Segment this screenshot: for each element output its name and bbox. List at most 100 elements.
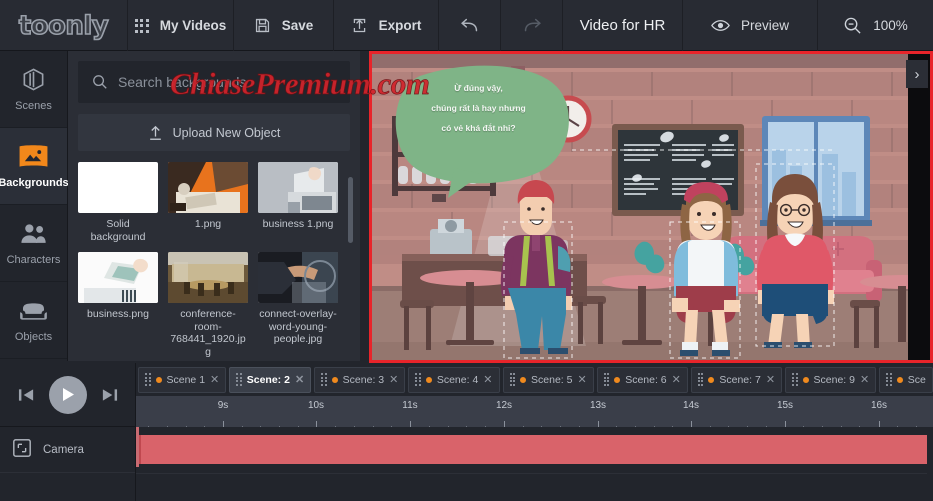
eye-icon <box>711 18 730 33</box>
camera-clip[interactable] <box>139 435 933 464</box>
scene-tab-label: Sce <box>907 373 926 386</box>
scenes-icon <box>21 67 46 93</box>
thumb-label: Solid background <box>90 218 146 243</box>
export-upload-icon <box>351 17 368 34</box>
scene-tab[interactable]: Scene: 2 ✕ <box>229 366 312 393</box>
track-headers: Camera <box>0 427 136 501</box>
redo-arrow-icon <box>520 16 544 36</box>
thumb-image-laptop-gray <box>258 162 338 213</box>
scene-tab[interactable]: Scene: 6 ✕ <box>596 366 688 393</box>
asset-panel-scrollbar[interactable] <box>348 177 353 243</box>
characters-icon <box>20 221 48 247</box>
backgrounds-icon <box>18 144 49 170</box>
thumb-item[interactable]: Solid background <box>78 162 158 243</box>
scene-status-dot <box>331 376 338 383</box>
next-scene-button[interactable]: › <box>906 60 928 88</box>
ruler-label: 15s <box>776 400 794 411</box>
speech-line-1: Ừ đúng vậy, <box>454 83 503 93</box>
background-thumb-grid: Solid background 1.png business 1.png bu… <box>78 162 350 358</box>
play-button[interactable] <box>48 375 87 414</box>
project-title[interactable]: Video for HR <box>563 0 683 51</box>
sidebar-label-scenes: Scenes <box>15 99 52 112</box>
scene-tab-label: Scene 1 <box>166 373 206 386</box>
thumb-item[interactable]: business.png <box>78 252 158 358</box>
thumb-item[interactable]: business 1.png <box>258 162 338 243</box>
thumb-image-tablet-white <box>78 252 158 303</box>
scene-tab[interactable]: Scene 1 ✕ <box>138 366 227 393</box>
scene-close-icon[interactable]: ✕ <box>577 373 586 386</box>
track-header-camera[interactable]: Camera <box>0 427 135 473</box>
drag-handle-icon[interactable] <box>415 373 421 386</box>
drag-handle-icon[interactable] <box>321 373 327 386</box>
drag-handle-icon[interactable] <box>509 373 516 386</box>
upload-new-object-button[interactable]: Upload New Object <box>78 114 350 151</box>
thumb-image-desk-orange <box>168 162 248 213</box>
scene-status-dot <box>425 376 432 383</box>
sidebar-item-objects[interactable]: Objects <box>0 282 67 359</box>
zoom-control[interactable]: 100% <box>818 0 933 51</box>
ruler-label: 12s <box>495 400 513 411</box>
video-canvas[interactable]: Ừ đúng vậy, chúng rất là hay nhưng có vẻ… <box>372 54 930 360</box>
ruler-label: 11s <box>402 400 418 411</box>
scene-tab-label: Scene: 4 <box>436 373 479 386</box>
toonly-logo[interactable]: toonly <box>0 0 128 51</box>
step-forward-icon <box>102 388 117 401</box>
save-label: Save <box>281 18 314 33</box>
grid-icon <box>134 18 149 33</box>
scene-tab[interactable]: Scene: 7 ✕ <box>690 366 783 393</box>
thumb-item[interactable]: connect-overlay-word-young-people.jpg <box>258 252 338 358</box>
export-button[interactable]: Export <box>334 0 439 51</box>
scene-tab[interactable]: Scene: 4 ✕ <box>408 366 500 393</box>
scene-tab[interactable]: Scene: 5 ✕ <box>502 366 594 393</box>
scene-tab[interactable]: Sce <box>879 366 933 393</box>
project-title-text: Video for HR <box>579 17 666 34</box>
thumb-image-solid <box>78 162 158 213</box>
save-button[interactable]: Save <box>234 0 334 51</box>
scene-status-dot <box>520 376 527 383</box>
drag-handle-icon[interactable] <box>886 373 892 386</box>
upload-label: Upload New Object <box>172 125 281 140</box>
timeline-ruler[interactable]: 9s 10s 11s 12s 13s 14s 15s 16s <box>136 396 933 430</box>
ruler-label: 10s <box>307 400 325 411</box>
drag-handle-icon[interactable] <box>145 373 151 386</box>
scene-close-icon[interactable]: ✕ <box>295 373 304 386</box>
backgrounds-panel: Search backgrounds Upload New Object Sol… <box>68 51 360 361</box>
sidebar-item-backgrounds[interactable]: Backgrounds <box>0 128 69 205</box>
track-divider <box>136 473 933 474</box>
drag-handle-icon[interactable] <box>236 373 242 386</box>
scene-close-icon[interactable]: ✕ <box>210 373 219 386</box>
scene-tab[interactable]: Scene: 3 ✕ <box>314 366 406 393</box>
thumb-item[interactable]: conference-room-768441_1920.jpg <box>168 252 248 358</box>
redo-button[interactable] <box>501 0 563 51</box>
drag-handle-icon[interactable] <box>603 373 610 386</box>
sidebar-item-scenes[interactable]: Scenes <box>0 51 67 128</box>
my-videos-button[interactable]: My Videos <box>128 0 234 51</box>
thumb-item[interactable]: 1.png <box>168 162 248 243</box>
scene-close-icon[interactable]: ✕ <box>766 373 775 386</box>
step-back-button[interactable] <box>18 388 35 402</box>
canvas-selection-frame: Ừ đúng vậy, chúng rất là hay nhưng có vẻ… <box>369 51 933 363</box>
camera-frame-icon <box>12 438 32 461</box>
sidebar-label-objects: Objects <box>14 330 53 343</box>
scene-close-icon[interactable]: ✕ <box>483 373 492 386</box>
scene-tab-label: Scene: 2 <box>246 373 290 386</box>
scene-close-icon[interactable]: ✕ <box>672 373 681 386</box>
scene-tab[interactable]: Scene: 9 ✕ <box>785 366 877 393</box>
drag-handle-icon[interactable] <box>697 373 704 386</box>
scene-tabs: Scene 1 ✕ Scene: 2 ✕ Scene: 3 ✕ Scene: 4 ✕ Scene… <box>136 363 933 396</box>
drag-handle-icon[interactable] <box>792 373 798 386</box>
export-label: Export <box>378 18 422 33</box>
undo-button[interactable] <box>439 0 501 51</box>
undo-arrow-icon <box>458 16 482 36</box>
my-videos-label: My Videos <box>159 18 227 33</box>
sidebar-item-characters[interactable]: Characters <box>0 205 67 282</box>
step-forward-button[interactable] <box>101 388 118 402</box>
preview-button[interactable]: Preview <box>683 0 818 51</box>
scene-tab-label: Scene: 3 <box>342 373 385 386</box>
preview-label: Preview <box>740 18 789 33</box>
scene-tab-label: Scene: 6 <box>625 373 667 386</box>
search-input[interactable]: Search backgrounds <box>78 61 350 103</box>
logo-text: toonly <box>18 10 110 42</box>
scene-close-icon[interactable]: ✕ <box>860 373 869 386</box>
scene-close-icon[interactable]: ✕ <box>389 373 398 386</box>
